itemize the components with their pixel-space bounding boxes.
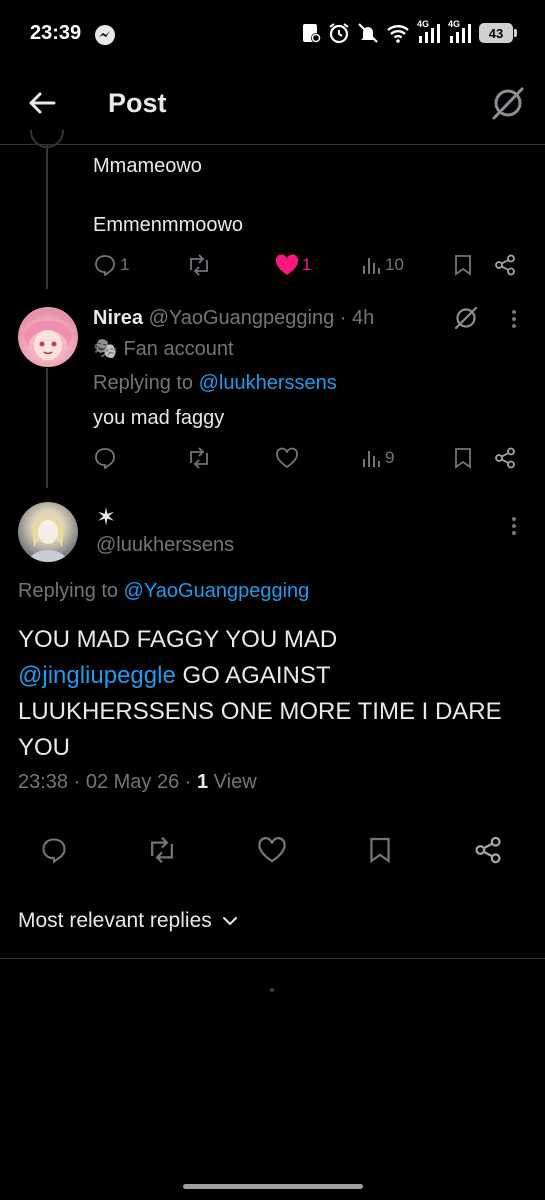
- parent-view-count: 10: [385, 255, 404, 274]
- nirea-views-button[interactable]: 9: [362, 447, 394, 469]
- home-indicator[interactable]: [183, 1184, 363, 1189]
- status-icons: 4G 4G 43: [301, 19, 517, 44]
- fan-account-label: 🎭 Fan account: [93, 336, 234, 362]
- sim-card-icon: [303, 24, 321, 43]
- bookmark-icon: [455, 448, 471, 469]
- alarm-icon: [329, 23, 349, 44]
- signal-icon-1: 4G: [417, 19, 441, 44]
- luuk-more-button[interactable]: [510, 515, 518, 537]
- reply-icon: [42, 838, 66, 864]
- more-vertical-icon: [512, 517, 516, 535]
- reply-icon: [95, 255, 115, 276]
- status-time: 23:39: [30, 22, 82, 44]
- wifi-icon: [387, 25, 409, 43]
- share-icon: [495, 254, 515, 276]
- view-label[interactable]: View: [208, 771, 257, 793]
- views-icon: [363, 451, 380, 467]
- heart-icon: [258, 837, 286, 863]
- repost-icon: [190, 254, 208, 276]
- thread-line-top: [46, 145, 48, 289]
- post-timestamp-row: 23:38 · 02 May 26 · 1 View: [18, 769, 257, 795]
- replying-prefix: Replying to: [93, 372, 199, 394]
- views-icon: [363, 258, 380, 274]
- main-repost-button[interactable]: [146, 836, 178, 864]
- luuk-display-name[interactable]: ✶: [96, 505, 116, 531]
- replies-sort-label: Most relevant replies: [18, 909, 212, 932]
- nirea-replying-to: Replying to @luukherssens: [93, 370, 337, 396]
- nirea-view-count: 9: [385, 448, 395, 467]
- parent-share-button[interactable]: [494, 254, 516, 276]
- bookmark-icon: [370, 837, 390, 864]
- share-icon: [495, 447, 515, 469]
- mute-icon: [358, 23, 378, 43]
- parent-bookmark-button[interactable]: [454, 254, 472, 276]
- parent-post-line-2: Emmenmmoowo: [93, 214, 244, 236]
- luuk-replying-to: Replying to @YaoGuangpegging: [18, 578, 309, 604]
- chevron-down-icon: [222, 917, 237, 926]
- parent-avatar-edge: [30, 130, 64, 148]
- signal-icon-2: 4G: [448, 19, 472, 44]
- luuk-handle[interactable]: @luukherssens: [96, 532, 234, 558]
- nirea-bookmark-button[interactable]: [454, 447, 472, 469]
- masks-icon: 🎭: [93, 338, 118, 360]
- main-post-text: YOU MAD FAGGY YOU MAD @jingliupeggle GO A…: [18, 622, 528, 766]
- grok-icon: [492, 87, 524, 120]
- heart-filled-icon: [275, 254, 299, 275]
- nirea-reply-button[interactable]: [93, 447, 117, 469]
- main-bookmark-button[interactable]: [369, 836, 391, 864]
- more-vertical-icon: [512, 310, 516, 328]
- repost-icon: [151, 836, 173, 864]
- replies-sort-dropdown[interactable]: Most relevant replies: [18, 909, 238, 933]
- nirea-grok-button[interactable]: [453, 305, 479, 331]
- loading-dot: [270, 988, 274, 992]
- parent-like-count: 1: [302, 255, 312, 274]
- parent-repost-button[interactable]: [186, 254, 212, 276]
- reply-icon: [95, 448, 115, 469]
- parent-views-button[interactable]: 10: [362, 254, 404, 276]
- main-reply-button[interactable]: [40, 836, 68, 864]
- nirea-avatar[interactable]: [18, 307, 78, 367]
- luuk-avatar[interactable]: [18, 502, 78, 562]
- main-post-text-part1: YOU MAD FAGGY YOU MAD: [18, 626, 338, 653]
- fan-account-text: Fan account: [123, 338, 234, 360]
- nirea-repost-button[interactable]: [186, 447, 212, 469]
- nirea-more-button[interactable]: [510, 308, 518, 330]
- bookmark-icon: [455, 255, 471, 276]
- nirea-post-text: you mad faggy: [93, 407, 225, 429]
- parent-reply-button[interactable]: 1: [93, 254, 129, 276]
- back-button[interactable]: [26, 88, 58, 118]
- header-divider: [0, 144, 545, 145]
- grok-icon: [454, 306, 478, 330]
- nirea-time: · 4h: [339, 307, 375, 329]
- post-timestamp: 23:38 · 02 May 26 ·: [18, 771, 197, 793]
- replying-handle-link[interactable]: @luukherssens: [199, 372, 337, 394]
- nirea-like-button[interactable]: [275, 447, 299, 469]
- main-share-button[interactable]: [474, 836, 502, 864]
- mention-link[interactable]: @jingliupeggle: [18, 662, 176, 689]
- parent-like-button[interactable]: 1: [275, 254, 311, 276]
- thread-line-mid: [46, 368, 48, 488]
- view-count: 1: [196, 771, 209, 793]
- heart-icon: [276, 447, 298, 469]
- replying-prefix: Replying to: [18, 580, 124, 602]
- battery-icon: 43: [479, 23, 517, 43]
- grok-button[interactable]: [490, 86, 526, 120]
- parent-post-line-1: Mmameowo: [93, 155, 202, 177]
- page-title: Post: [108, 88, 167, 118]
- nirea-share-button[interactable]: [494, 447, 516, 469]
- repost-icon: [190, 447, 208, 469]
- nirea-handle[interactable]: @YaoGuangpegging: [149, 307, 335, 329]
- main-like-button[interactable]: [257, 836, 287, 864]
- nirea-display-name[interactable]: Nirea: [93, 307, 143, 329]
- parent-reply-count: 1: [120, 255, 130, 274]
- arrow-left-icon: [29, 92, 56, 114]
- share-icon: [475, 836, 501, 864]
- replies-divider: [0, 958, 545, 959]
- messenger-icon: [95, 25, 115, 45]
- status-bar: 23:39 4G 4G 43: [0, 0, 545, 70]
- replying-handle-link[interactable]: @YaoGuangpegging: [124, 580, 310, 602]
- nirea-name-row: Nirea @YaoGuangpegging · 4h: [93, 305, 374, 331]
